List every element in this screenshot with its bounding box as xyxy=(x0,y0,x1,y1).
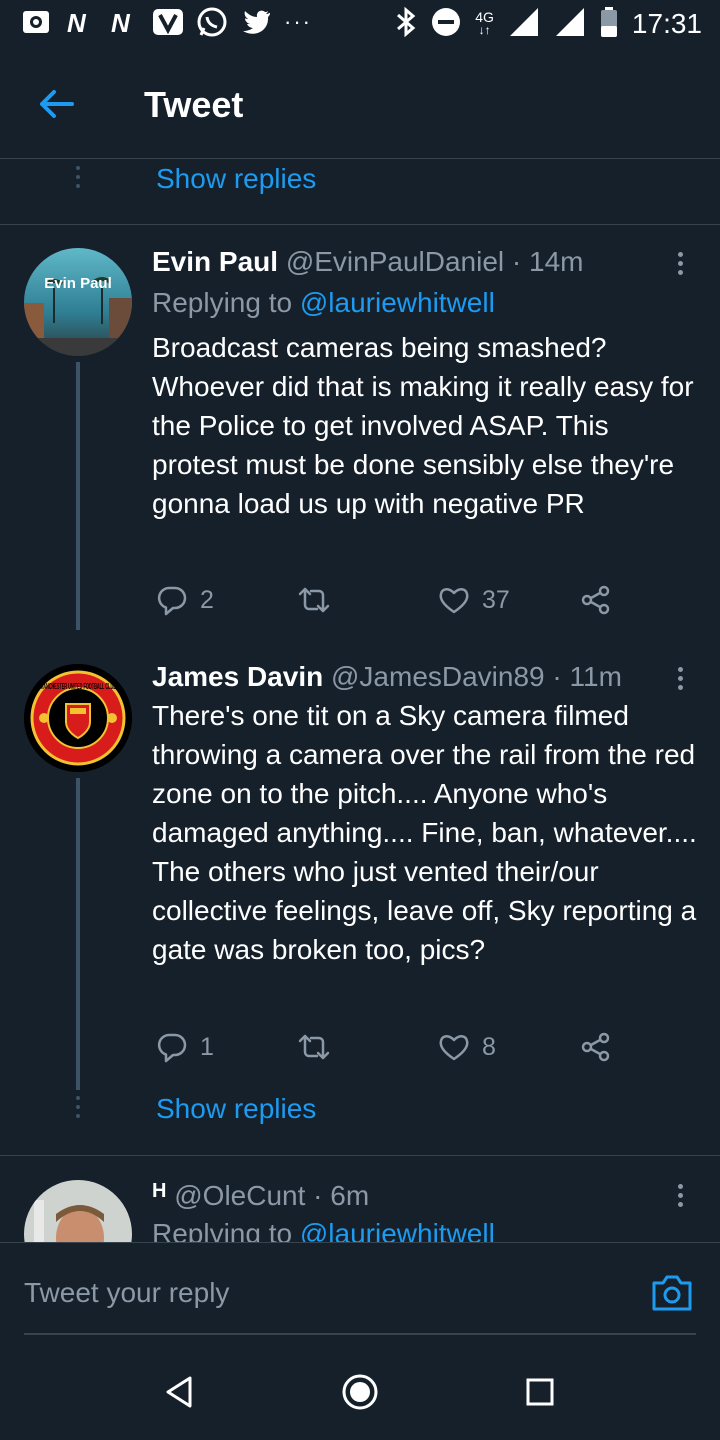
tweet-header: H @OleCunt · 6m xyxy=(152,1180,369,1212)
battery-icon xyxy=(600,6,618,43)
thread-continuation-dots xyxy=(75,1096,81,1123)
divider xyxy=(0,224,720,225)
tweet-time: · 6m xyxy=(313,1180,370,1211)
like-count: 37 xyxy=(482,585,510,614)
like-button[interactable]: 8 xyxy=(438,1027,496,1067)
replying-to-link[interactable]: @lauriewhitwell xyxy=(300,287,495,318)
tweet-time: · 11m xyxy=(552,661,622,692)
tweet-actions: 2 37 xyxy=(152,580,632,620)
show-replies-link[interactable]: Show replies xyxy=(156,1093,316,1125)
more-options-icon[interactable] xyxy=(668,663,692,699)
top-app-bar: Tweet xyxy=(0,48,720,159)
author-handle[interactable]: @EvinPaulDaniel xyxy=(286,246,504,277)
tweet-time: · 14m xyxy=(511,246,584,277)
input-underline xyxy=(24,1333,696,1335)
reply-button[interactable]: 1 xyxy=(156,1027,214,1067)
dnd-icon xyxy=(431,7,461,42)
thread-line xyxy=(76,362,80,630)
tweet-text: Broadcast cameras being smashed? Whoever… xyxy=(152,332,694,519)
share-button[interactable] xyxy=(580,580,612,620)
whatsapp-icon xyxy=(196,6,228,38)
reply-icon xyxy=(157,1033,187,1063)
recents-nav-icon[interactable] xyxy=(520,1372,560,1412)
home-nav-icon[interactable] xyxy=(340,1372,380,1412)
notification-icon xyxy=(20,6,52,38)
retweet-button[interactable] xyxy=(296,1027,344,1067)
back-arrow-icon[interactable] xyxy=(36,84,76,124)
heart-icon xyxy=(439,1035,469,1061)
reply-count: 1 xyxy=(200,1032,214,1061)
network-type-icon: 4G ↓↑ xyxy=(475,9,494,37)
author-name[interactable]: H xyxy=(152,1180,166,1202)
avatar[interactable]: MANCHESTER UNITED FOOTBALL CLUB xyxy=(24,664,132,772)
replying-to-label: Replying to xyxy=(152,1218,293,1242)
page-title: Tweet xyxy=(144,84,244,125)
share-icon xyxy=(581,1032,610,1062)
more-options-icon[interactable] xyxy=(668,1180,692,1216)
signal-icon xyxy=(508,6,540,43)
reply-button[interactable]: 2 xyxy=(156,580,214,620)
reply-composer: Tweet your reply xyxy=(0,1242,720,1343)
tweet-actions: 1 8 xyxy=(152,1027,632,1067)
twitter-icon xyxy=(240,6,272,38)
retweet-icon xyxy=(298,587,330,613)
author-handle[interactable]: @OleCunt xyxy=(174,1180,305,1211)
more-notifications-icon: ··· xyxy=(284,9,312,34)
share-button[interactable] xyxy=(580,1027,612,1067)
tweet[interactable]: H @OleCunt · 6m Replying to @lauriewhitw… xyxy=(0,1156,720,1242)
n-app-icon: N xyxy=(108,6,140,38)
replying-to: Replying to @lauriewhitwell xyxy=(152,1218,495,1242)
status-bar: N N ··· 4G ↓↑ 17:31 xyxy=(0,0,720,48)
retweet-button[interactable] xyxy=(296,580,344,620)
author-handle[interactable]: @JamesDavin89 xyxy=(331,661,545,692)
author-name[interactable]: James Davin xyxy=(152,661,323,692)
tweet-text: There's one tit on a Sky camera filmed t… xyxy=(152,700,697,965)
thread-continuation-dots xyxy=(75,166,81,193)
replying-to-label: Replying to xyxy=(152,287,293,318)
heart-icon xyxy=(439,588,469,614)
reply-icon xyxy=(157,586,187,616)
avatar-logo-text: MANCHESTER UNITED FOOTBALL CLUB xyxy=(40,682,116,691)
author-name[interactable]: Evin Paul xyxy=(152,246,278,277)
bluetooth-icon xyxy=(395,6,417,43)
avatar-logo-text: Evin Paul xyxy=(44,275,112,292)
replying-to: Replying to @lauriewhitwell xyxy=(152,287,495,319)
more-options-icon[interactable] xyxy=(668,248,692,284)
svg-text:N: N xyxy=(67,8,87,37)
like-count: 8 xyxy=(482,1032,496,1061)
n-app-icon: N xyxy=(64,6,96,38)
avatar[interactable] xyxy=(24,1180,132,1242)
replying-to-link[interactable]: @lauriewhitwell xyxy=(300,1218,495,1242)
v-app-icon xyxy=(152,6,184,38)
share-icon xyxy=(581,585,610,615)
signal-icon xyxy=(554,6,586,43)
back-nav-icon[interactable] xyxy=(160,1372,200,1412)
system-nav-bar xyxy=(0,1342,720,1440)
retweet-icon xyxy=(298,1034,330,1060)
avatar[interactable]: Evin Paul xyxy=(24,248,132,356)
clock: 17:31 xyxy=(631,8,702,39)
tweet-header: Evin Paul @EvinPaulDaniel · 14m xyxy=(152,246,584,278)
tweet-header: James Davin @JamesDavin89 · 11m xyxy=(152,661,622,693)
show-replies-link[interactable]: Show replies xyxy=(156,163,316,195)
svg-text:N: N xyxy=(111,8,131,37)
camera-icon[interactable] xyxy=(650,1273,694,1313)
like-button[interactable]: 37 xyxy=(438,580,510,620)
reply-input[interactable]: Tweet your reply xyxy=(24,1277,229,1309)
reply-count: 2 xyxy=(200,585,214,614)
thread-line xyxy=(76,778,80,1090)
